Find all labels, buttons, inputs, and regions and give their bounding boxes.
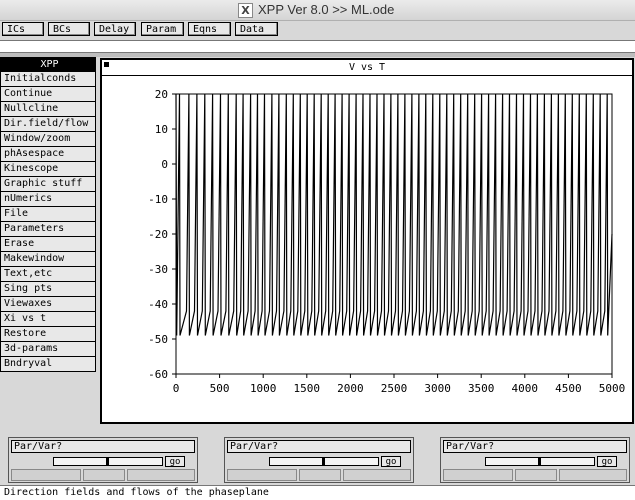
slider-panel-2: Par/Var? go [224,437,414,483]
window-title: XPP Ver 8.0 >> ML.ode [258,2,395,17]
menu-item-makewindow[interactable]: Makewindow [0,252,96,267]
y-tick-label: -60 [148,368,168,381]
go-button[interactable]: go [165,456,185,467]
go-button[interactable]: go [381,456,401,467]
slider-high-field[interactable] [559,469,627,481]
slider-mid-field[interactable] [515,469,557,481]
x-tick-label: 500 [210,382,230,395]
menu-item-3d-params[interactable]: 3d-params [0,342,96,357]
y-tick-label: -10 [148,193,168,206]
y-tick-label: 20 [155,88,168,101]
x-tick-label: 4000 [512,382,539,395]
menu-item-initialconds[interactable]: Initialconds [0,72,96,87]
menu-item-nullcline[interactable]: Nullcline [0,102,96,117]
eqns-button[interactable]: Eqns [188,22,231,36]
title-bar: X XPP Ver 8.0 >> ML.ode [0,0,635,21]
x-tick-label: 3500 [468,382,495,395]
go-button[interactable]: go [597,456,617,467]
v-vs-t-chart[interactable]: 20 10 0 -10 -20 -30 -40 -50 -60 0 500 1000 1500 2000 2… [102,60,632,422]
menu-item-graphic-stuff[interactable]: Graphic stuff [0,177,96,192]
slider-low-field[interactable] [443,469,513,481]
x-tick-label: 4500 [555,382,582,395]
y-tick-label: -40 [148,298,168,311]
slider-knob[interactable] [322,457,325,466]
bcs-button[interactable]: BCs [48,22,90,36]
menu-header: XPP [0,57,96,72]
x-tick-label: 0 [173,382,180,395]
slider-high-field[interactable] [343,469,411,481]
menu-item-continue[interactable]: Continue [0,87,96,102]
menu-item-parameters[interactable]: Parameters [0,222,96,237]
voltage-trace [175,93,613,336]
param-button[interactable]: Param [141,22,184,36]
menu-item-file[interactable]: File [0,207,96,222]
slider-low-field[interactable] [11,469,81,481]
top-button-bar: ICs BCs Delay Param Eqns Data [0,20,635,40]
plot-window[interactable]: 20 10 0 -10 -20 -30 -40 -50 -60 0 500 1000 1500 2000 2… [100,58,634,424]
slider-panel-3: Par/Var? go [440,437,630,483]
menu-item-erase[interactable]: Erase [0,237,96,252]
slider-label[interactable]: Par/Var? [443,440,627,453]
x-tick-label: 3000 [424,382,451,395]
x-tick-label: 2000 [337,382,364,395]
delay-button[interactable]: Delay [94,22,136,36]
x-tick-label: 5000 [599,382,626,395]
y-tick-label: -20 [148,228,168,241]
window-marker [104,62,109,67]
data-button[interactable]: Data [235,22,278,36]
slider-track[interactable] [269,457,379,466]
slider-knob[interactable] [538,457,541,466]
menu-item-window-zoom[interactable]: Window/zoom [0,132,96,147]
slider-high-field[interactable] [127,469,195,481]
menu-item-dir-field-flow[interactable]: Dir.field/flow [0,117,96,132]
slider-mid-field[interactable] [299,469,341,481]
slider-track[interactable] [53,457,163,466]
menu-item-xi-vs-t[interactable]: Xi vs t [0,312,96,327]
slider-low-field[interactable] [227,469,297,481]
y-tick-label: 10 [155,123,168,136]
menu-item-restore[interactable]: Restore [0,327,96,342]
menu-item-text-etc[interactable]: Text,etc [0,267,96,282]
ics-button[interactable]: ICs [2,22,44,36]
status-bar: Direction fields and flows of the phasep… [0,485,635,500]
x11-app-icon: X [238,3,253,18]
menu-item-sing-pts[interactable]: Sing pts [0,282,96,297]
slider-mid-field[interactable] [83,469,125,481]
menu-item-phasespace[interactable]: phAsespace [0,147,96,162]
x-tick-label: 1000 [250,382,277,395]
x-tick-label: 2500 [381,382,408,395]
menu-item-viewaxes[interactable]: Viewaxes [0,297,96,312]
menu-item-numerics[interactable]: nUmerics [0,192,96,207]
x-tick-label: 1500 [294,382,321,395]
plot-title: V vs T [102,60,632,76]
menu-item-bndryval[interactable]: Bndryval [0,357,96,372]
slider-knob[interactable] [106,457,109,466]
y-tick-label: -30 [148,263,168,276]
slider-track[interactable] [485,457,595,466]
slider-label[interactable]: Par/Var? [227,440,411,453]
slider-label[interactable]: Par/Var? [11,440,195,453]
main-menu: XPP Initialconds Continue Nullcline Dir.… [0,57,96,372]
menu-item-kinescope[interactable]: Kinescope [0,162,96,177]
y-tick-label: 0 [161,158,168,171]
command-line[interactable] [0,40,635,53]
slider-panel-1: Par/Var? go [8,437,198,483]
y-tick-label: -50 [148,333,168,346]
